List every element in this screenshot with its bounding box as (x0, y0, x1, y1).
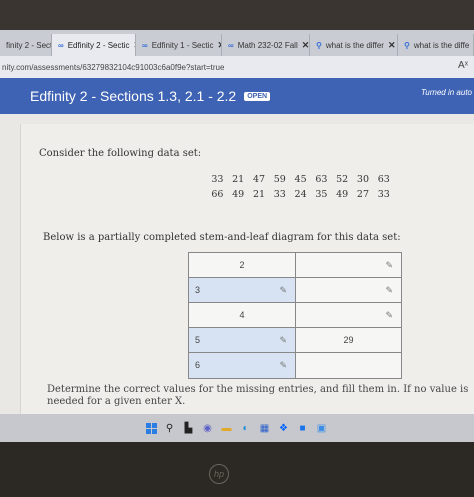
table-row: 3 ✎ ✎ (189, 278, 401, 303)
tab-title: what is the differ (325, 40, 384, 50)
problem-panel: Consider the following data set: 33 21 4… (20, 124, 474, 414)
data-value: 63 (315, 174, 328, 185)
tab-title: finity 2 - Sectic (6, 40, 51, 50)
assignment-header: Edfinity 2 - Sections 1.3, 2.1 - 2.2 OPE… (0, 78, 474, 114)
data-row: 66 49 21 33 24 35 49 27 33 (207, 189, 394, 204)
browser-tab-4[interactable]: ∞ Math 232-02 Fall ✕ (222, 34, 310, 56)
page-title: Edfinity 2 - Sections 1.3, 2.1 - 2.2 (30, 88, 237, 104)
url-text[interactable]: nity.com/assessments/63279832104c91003c6… (2, 63, 224, 72)
leaf-input[interactable] (296, 353, 401, 378)
leaf-input[interactable]: ✎ (296, 303, 401, 327)
data-value: 45 (294, 174, 307, 185)
stem-value: 6 (195, 360, 201, 370)
data-value: 27 (356, 189, 370, 200)
hp-logo: hp (209, 464, 229, 484)
stem-input[interactable]: 3 ✎ (189, 278, 296, 302)
data-value: 30 (356, 174, 370, 185)
infinity-icon: ∞ (58, 40, 64, 50)
tab-title: Edfinity 2 - Sectic (67, 40, 130, 50)
data-row: 33 21 47 59 45 63 52 30 63 (207, 174, 394, 189)
stem-value: 2 (239, 260, 245, 270)
data-value: 33 (377, 189, 390, 200)
pencil-icon: ✎ (385, 285, 393, 295)
intro-text: Consider the following data set: (39, 148, 202, 159)
data-value: 52 (336, 174, 349, 185)
address-bar[interactable]: nity.com/assessments/63279832104c91003c6… (0, 56, 474, 78)
leaf-value: 29 (343, 335, 354, 345)
leaf-input[interactable]: ✎ (296, 278, 401, 302)
table-row: 4 ✎ (189, 303, 401, 328)
reader-mode-icon[interactable]: Aˣ (458, 60, 468, 71)
close-icon[interactable]: ✕ (302, 40, 309, 51)
tab-title: what is the diffe (413, 40, 470, 50)
leaf-input[interactable]: ✎ (296, 253, 401, 277)
stem-leaf-table: 2 ✎ 3 ✎ ✎ 4 ✎ 5 ✎ 29 6 ✎ (188, 252, 402, 379)
status-badge: OPEN (244, 91, 271, 101)
pencil-icon: ✎ (385, 310, 393, 320)
browser-tab-1[interactable]: finity 2 - Sectic ✕ (0, 34, 52, 56)
browser-tab-2[interactable]: ∞ Edfinity 2 - Sectic ✕ (52, 34, 136, 56)
data-value: 47 (252, 174, 266, 185)
instructions-text: Determine the correct values for the mis… (47, 384, 469, 407)
data-value: 49 (336, 189, 349, 200)
data-value: 49 (232, 189, 245, 200)
browser-tab-strip: finity 2 - Sectic ✕ ∞ Edfinity 2 - Secti… (0, 30, 474, 56)
tab-title: Edfinity 1 - Sectic (151, 40, 214, 50)
data-value: 63 (377, 174, 390, 185)
data-value: 33 (211, 174, 224, 185)
taskbar: ⚲ ▙ ◉ ▬ ◐ ▦ ❖ ■ ▣ (0, 414, 474, 442)
data-value: 66 (211, 189, 224, 200)
browser-tab-6[interactable]: ⚲ what is the diffe (398, 34, 474, 56)
data-value: 24 (294, 189, 307, 200)
tab-title: Math 232-02 Fall (237, 40, 298, 50)
search-icon: ⚲ (404, 40, 410, 50)
pencil-icon: ✎ (279, 285, 287, 295)
laptop-bezel (0, 442, 474, 497)
browser-tab-3[interactable]: ∞ Edfinity 1 - Sectic ✕ (136, 34, 222, 56)
stem-leaf-intro: Below is a partially completed stem-and-… (43, 232, 401, 243)
file-icon[interactable]: ▙ (182, 422, 195, 435)
table-row: 6 ✎ (189, 353, 401, 378)
stem-input[interactable]: 5 ✎ (189, 328, 296, 352)
search-icon: ⚲ (316, 40, 322, 50)
stem-cell: 4 (189, 303, 296, 327)
stem-value: 4 (239, 310, 245, 320)
windows-icon[interactable] (146, 422, 157, 434)
infinity-icon: ∞ (228, 40, 234, 50)
data-set: 33 21 47 59 45 63 52 30 63 66 49 21 33 2… (207, 174, 394, 204)
infinity-icon: ∞ (142, 40, 148, 50)
table-row: 2 ✎ (189, 253, 401, 278)
close-icon[interactable]: ✕ (388, 40, 396, 51)
browser-tab-5[interactable]: ⚲ what is the differ ✕ (310, 34, 398, 56)
photos-icon[interactable]: ▣ (315, 422, 328, 435)
chat-icon[interactable]: ◉ (201, 422, 214, 435)
stem-value: 3 (195, 285, 201, 295)
stem-value: 5 (195, 335, 201, 345)
data-value: 33 (273, 189, 286, 200)
pencil-icon: ✎ (279, 360, 287, 370)
search-icon[interactable]: ⚲ (163, 422, 176, 435)
edge-icon[interactable]: ◐ (239, 422, 252, 435)
stem-cell: 2 (189, 253, 296, 277)
data-value: 21 (232, 174, 245, 185)
page-area: Edfinity 2 - Sections 1.3, 2.1 - 2.2 OPE… (0, 78, 474, 414)
pencil-icon: ✎ (279, 335, 287, 345)
folder-icon[interactable]: ▬ (220, 422, 233, 435)
dropbox-icon[interactable]: ❖ (277, 422, 290, 435)
pencil-icon: ✎ (385, 260, 393, 270)
stem-input[interactable]: 6 ✎ (189, 353, 296, 378)
store-icon[interactable]: ▦ (258, 422, 271, 435)
table-row: 5 ✎ 29 (189, 328, 401, 353)
turned-in-status: Turned in auto (421, 88, 472, 97)
leaf-cell: 29 (296, 328, 401, 352)
data-value: 35 (315, 189, 328, 200)
data-value: 21 (252, 189, 266, 200)
app-icon[interactable]: ■ (296, 422, 309, 435)
data-value: 59 (273, 174, 286, 185)
